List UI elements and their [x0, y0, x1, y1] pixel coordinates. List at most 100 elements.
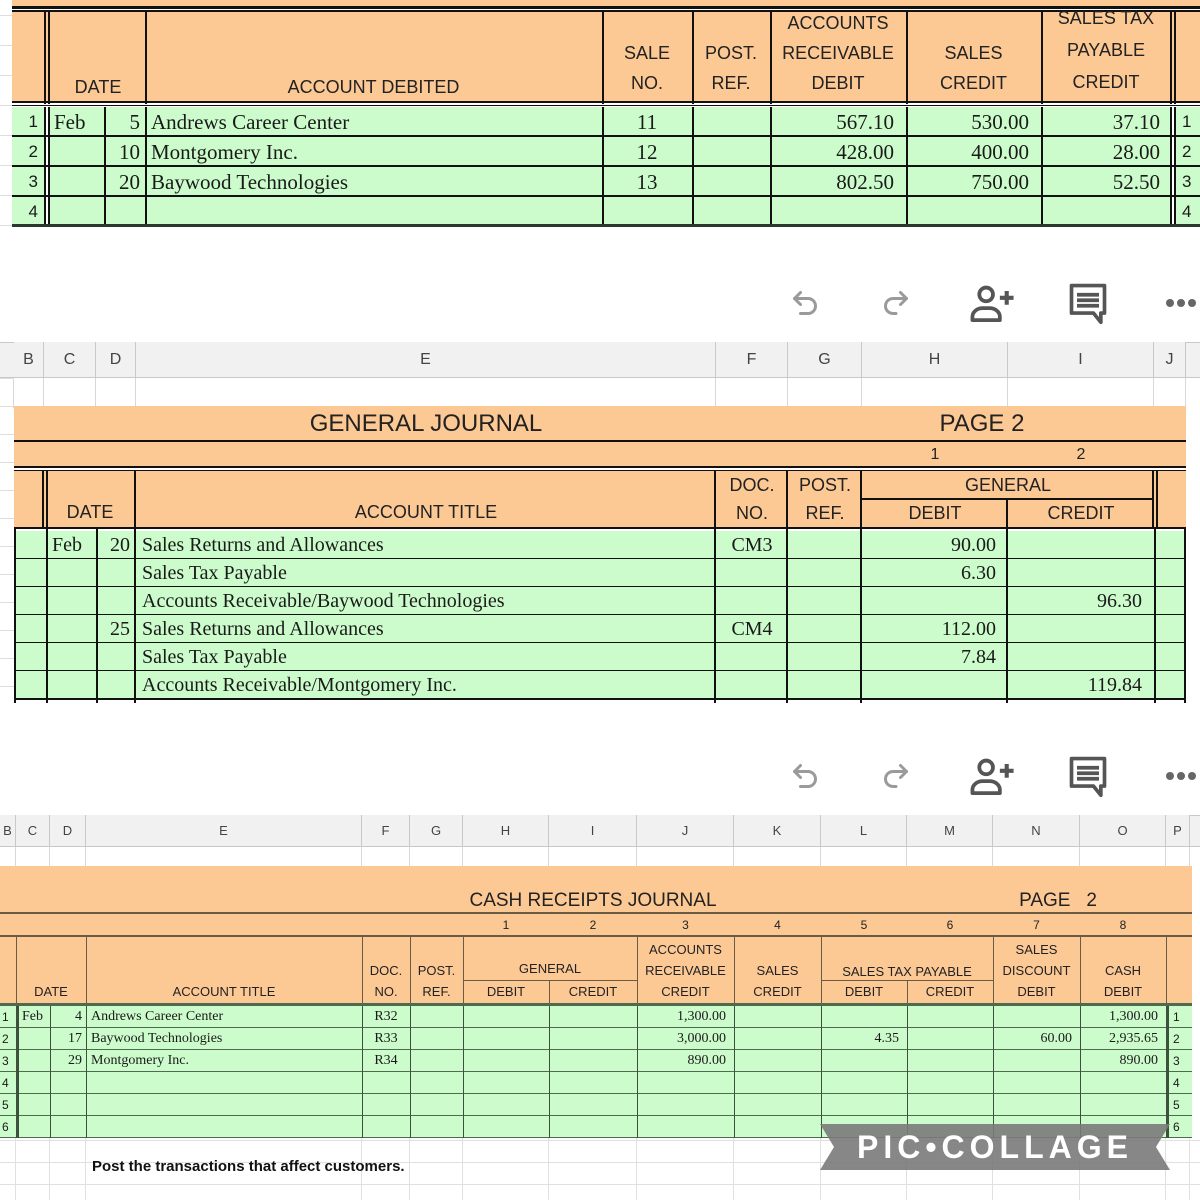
- general-credit[interactable]: [549, 1116, 637, 1138]
- date-day[interactable]: [96, 643, 134, 671]
- column-letter[interactable]: J: [1154, 342, 1186, 378]
- account-title[interactable]: Sales Returns and Allowances: [136, 615, 716, 643]
- ar-credit[interactable]: 3,000.00: [637, 1028, 734, 1050]
- date-month[interactable]: [46, 587, 96, 615]
- date-day[interactable]: [96, 559, 134, 587]
- cash-debit[interactable]: [1080, 1072, 1166, 1094]
- post-ref[interactable]: [410, 1028, 463, 1050]
- ar-debit[interactable]: 802.50: [770, 167, 906, 197]
- account-title[interactable]: Sales Tax Payable: [136, 643, 716, 671]
- post-ref[interactable]: [788, 671, 862, 699]
- general-credit[interactable]: [549, 1072, 637, 1094]
- stp-credit[interactable]: [907, 1006, 993, 1028]
- account-title[interactable]: [86, 1094, 362, 1116]
- add-person-icon[interactable]: [968, 281, 1018, 325]
- doc-no[interactable]: [362, 1072, 410, 1094]
- stp-debit[interactable]: [821, 1094, 907, 1116]
- column-letter[interactable]: I: [1008, 342, 1154, 378]
- sales-credit[interactable]: [734, 1094, 821, 1116]
- redo-icon[interactable]: [876, 756, 916, 796]
- post-ref[interactable]: [410, 1050, 463, 1072]
- sale-no[interactable]: [602, 197, 692, 227]
- sales-credit[interactable]: [734, 1050, 821, 1072]
- account-debited[interactable]: Andrews Career Center: [145, 107, 602, 137]
- date-month[interactable]: [48, 137, 104, 167]
- debit[interactable]: 112.00: [862, 615, 1008, 643]
- column-letter[interactable]: G: [410, 815, 463, 847]
- account-title[interactable]: Accounts Receivable/Baywood Technologies: [136, 587, 716, 615]
- sales-credit[interactable]: 400.00: [906, 137, 1041, 167]
- stp-credit[interactable]: [907, 1050, 993, 1072]
- stp-credit[interactable]: [1041, 197, 1170, 227]
- sale-no[interactable]: 13: [602, 167, 692, 197]
- date-day[interactable]: 20: [104, 167, 144, 197]
- date-month[interactable]: [46, 643, 96, 671]
- column-letter[interactable]: C: [16, 815, 50, 847]
- sales-discount-debit[interactable]: [993, 1006, 1080, 1028]
- stp-credit[interactable]: 28.00: [1041, 137, 1170, 167]
- general-debit[interactable]: [463, 1006, 549, 1028]
- stp-credit[interactable]: 37.10: [1041, 107, 1170, 137]
- post-ref[interactable]: [788, 587, 862, 615]
- post-ref[interactable]: [692, 167, 770, 197]
- credit[interactable]: [1008, 615, 1154, 643]
- column-letter[interactable]: H: [862, 342, 1008, 378]
- column-letter[interactable]: M: [907, 815, 993, 847]
- column-letter[interactable]: N: [993, 815, 1080, 847]
- ar-credit[interactable]: [637, 1072, 734, 1094]
- sales-credit[interactable]: [906, 197, 1041, 227]
- credit[interactable]: [1008, 531, 1154, 559]
- debit[interactable]: 6.30: [862, 559, 1008, 587]
- general-debit[interactable]: [463, 1072, 549, 1094]
- date-day[interactable]: [104, 197, 144, 227]
- post-ref[interactable]: [410, 1006, 463, 1028]
- ar-credit[interactable]: [637, 1116, 734, 1138]
- general-credit[interactable]: [549, 1050, 637, 1072]
- comment-icon[interactable]: [1064, 279, 1112, 327]
- date-month[interactable]: [48, 167, 104, 197]
- doc-no[interactable]: R33: [362, 1028, 410, 1050]
- stp-credit[interactable]: [907, 1094, 993, 1116]
- post-ref[interactable]: [788, 531, 862, 559]
- account-title[interactable]: Montgomery Inc.: [86, 1050, 362, 1072]
- stp-credit[interactable]: [907, 1072, 993, 1094]
- post-ref[interactable]: [788, 643, 862, 671]
- sales-discount-debit[interactable]: 60.00: [993, 1028, 1080, 1050]
- date-month[interactable]: Feb: [48, 107, 104, 137]
- ar-credit[interactable]: [637, 1094, 734, 1116]
- column-letter[interactable]: D: [50, 815, 86, 847]
- cash-debit[interactable]: 890.00: [1080, 1050, 1166, 1072]
- post-ref[interactable]: [410, 1072, 463, 1094]
- date-day[interactable]: 25: [96, 615, 134, 643]
- date-day[interactable]: 17: [50, 1028, 86, 1050]
- account-title[interactable]: Sales Returns and Allowances: [136, 531, 716, 559]
- column-letter[interactable]: B: [0, 815, 16, 847]
- date-month[interactable]: Feb: [46, 531, 96, 559]
- date-day[interactable]: [96, 671, 134, 699]
- post-ref[interactable]: [410, 1116, 463, 1138]
- column-letter[interactable]: G: [788, 342, 862, 378]
- account-title[interactable]: [86, 1116, 362, 1138]
- credit[interactable]: [1008, 559, 1154, 587]
- stp-debit[interactable]: 4.35: [821, 1028, 907, 1050]
- comment-icon[interactable]: [1064, 752, 1112, 800]
- column-letter[interactable]: H: [463, 815, 549, 847]
- doc-no[interactable]: [716, 559, 788, 587]
- date-day[interactable]: 10: [104, 137, 144, 167]
- post-ref[interactable]: [692, 197, 770, 227]
- general-credit[interactable]: [549, 1006, 637, 1028]
- stp-debit[interactable]: [821, 1006, 907, 1028]
- date-month[interactable]: [46, 671, 96, 699]
- ar-debit[interactable]: 567.10: [770, 107, 906, 137]
- sales-credit[interactable]: [734, 1072, 821, 1094]
- date-day[interactable]: 4: [50, 1006, 86, 1028]
- column-letter[interactable]: E: [86, 815, 362, 847]
- doc-no[interactable]: [362, 1094, 410, 1116]
- undo-icon[interactable]: [785, 283, 825, 323]
- date-day[interactable]: 20: [96, 531, 134, 559]
- redo-icon[interactable]: [876, 283, 916, 323]
- general-debit[interactable]: [463, 1050, 549, 1072]
- doc-no[interactable]: CM3: [716, 531, 788, 559]
- date-month[interactable]: [48, 197, 104, 227]
- doc-no[interactable]: [362, 1116, 410, 1138]
